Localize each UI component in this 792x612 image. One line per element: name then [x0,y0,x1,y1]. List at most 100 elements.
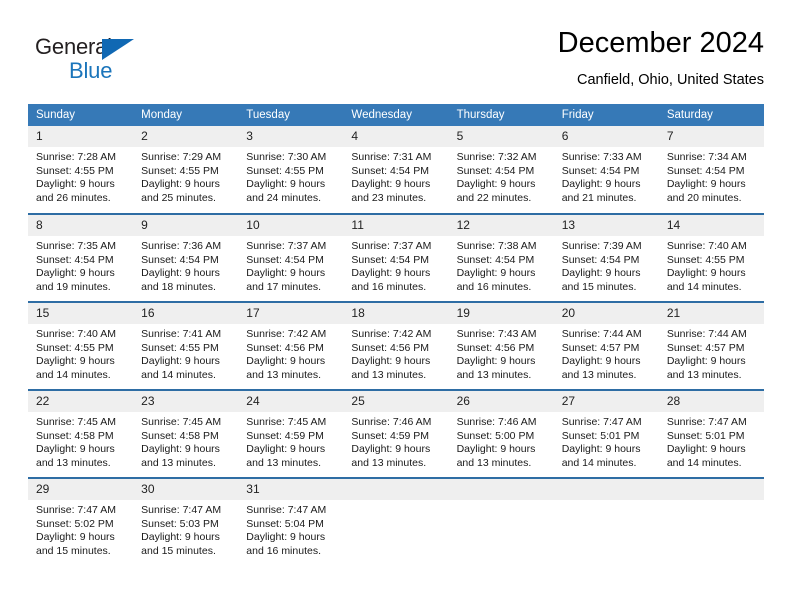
logo-triangle-icon [102,39,134,60]
daylight-text: Daylight: 9 hours and 13 minutes. [36,443,115,469]
day-cell[interactable]: 22 Sunrise: 7:45 AM Sunset: 4:58 PM Dayl… [28,389,134,478]
daylight-text: Daylight: 9 hours and 13 minutes. [141,443,220,469]
day-number: 5 [448,126,554,147]
day-details: Sunrise: 7:40 AM Sunset: 4:55 PM Dayligh… [659,236,764,294]
day-cell[interactable]: 14 Sunrise: 7:40 AM Sunset: 4:55 PM Dayl… [658,213,764,302]
daylight-text: Daylight: 9 hours and 24 minutes. [246,178,326,204]
day-number: 11 [343,215,449,236]
day-details: Sunrise: 7:40 AM Sunset: 4:55 PM Dayligh… [28,324,133,382]
sunset-text: Sunset: 5:01 PM [666,429,745,442]
daylight-text: Daylight: 9 hours and 16 minutes. [246,531,326,557]
day-cell[interactable]: 19 Sunrise: 7:43 AM Sunset: 4:56 PM Dayl… [448,301,554,390]
day-details: Sunrise: 7:41 AM Sunset: 4:55 PM Dayligh… [133,324,238,382]
weekday-header-wednesday: Wednesday [343,104,449,126]
day-cell[interactable]: 17 Sunrise: 7:42 AM Sunset: 4:56 PM Dayl… [238,301,344,390]
day-cell[interactable]: 15 Sunrise: 7:40 AM Sunset: 4:55 PM Dayl… [28,301,134,390]
sunset-text: Sunset: 4:54 PM [141,253,219,266]
weekday-header-row: Sunday Monday Tuesday Wednesday Thursday… [28,104,764,126]
sunset-text: Sunset: 4:54 PM [561,253,640,266]
sunset-text: Sunset: 5:02 PM [36,517,114,530]
sunrise-text: Sunrise: 7:40 AM [666,240,747,252]
page-subtitle: Canfield, Ohio, United States [577,72,764,88]
sunset-text: Sunset: 4:56 PM [456,341,535,354]
day-details [343,500,448,504]
day-number: 26 [448,391,554,412]
sunset-text: Sunset: 5:03 PM [141,517,219,530]
sunrise-text: Sunrise: 7:41 AM [141,328,222,340]
weekday-header-monday: Monday [133,104,239,126]
day-cell[interactable]: 8 Sunrise: 7:35 AM Sunset: 4:54 PM Dayli… [28,213,134,302]
day-number: 22 [28,391,134,412]
sunset-text: Sunset: 4:59 PM [351,429,430,442]
day-cell[interactable]: 20 Sunrise: 7:44 AM Sunset: 4:57 PM Dayl… [553,301,659,390]
day-cell-empty [553,477,659,567]
calendar-week-row: 1 Sunrise: 7:28 AM Sunset: 4:55 PM Dayli… [28,126,764,214]
weekday-header-saturday: Saturday [658,104,764,126]
day-cell[interactable]: 6 Sunrise: 7:33 AM Sunset: 4:54 PM Dayli… [553,126,659,214]
day-cell[interactable]: 7 Sunrise: 7:34 AM Sunset: 4:54 PM Dayli… [658,126,764,214]
day-details: Sunrise: 7:44 AM Sunset: 4:57 PM Dayligh… [659,324,764,382]
day-cell[interactable]: 2 Sunrise: 7:29 AM Sunset: 4:55 PM Dayli… [133,126,239,214]
day-cell-empty [343,477,449,567]
day-number: 30 [133,479,239,500]
day-cell[interactable]: 9 Sunrise: 7:36 AM Sunset: 4:54 PM Dayli… [133,213,239,302]
daylight-text: Daylight: 9 hours and 13 minutes. [456,355,536,381]
day-cell[interactable]: 27 Sunrise: 7:47 AM Sunset: 5:01 PM Dayl… [553,389,659,478]
day-cell[interactable]: 21 Sunrise: 7:44 AM Sunset: 4:57 PM Dayl… [658,301,764,390]
day-cell[interactable]: 28 Sunrise: 7:47 AM Sunset: 5:01 PM Dayl… [658,389,764,478]
day-cell[interactable]: 12 Sunrise: 7:38 AM Sunset: 4:54 PM Dayl… [448,213,554,302]
sunrise-text: Sunrise: 7:43 AM [456,328,537,340]
day-cell[interactable]: 25 Sunrise: 7:46 AM Sunset: 4:59 PM Dayl… [343,389,449,478]
day-number: 15 [28,303,134,324]
day-cell[interactable]: 24 Sunrise: 7:45 AM Sunset: 4:59 PM Dayl… [238,389,344,478]
day-cell[interactable]: 5 Sunrise: 7:32 AM Sunset: 4:54 PM Dayli… [448,126,554,214]
sunrise-text: Sunrise: 7:46 AM [456,416,537,428]
daylight-text: Daylight: 9 hours and 15 minutes. [141,531,220,557]
day-cell[interactable]: 23 Sunrise: 7:45 AM Sunset: 4:58 PM Dayl… [133,389,239,478]
sunset-text: Sunset: 4:57 PM [666,341,745,354]
daylight-text: Daylight: 9 hours and 14 minutes. [666,443,746,469]
day-cell-empty [658,477,764,567]
day-cell[interactable]: 3 Sunrise: 7:30 AM Sunset: 4:55 PM Dayli… [238,126,344,214]
sunrise-text: Sunrise: 7:47 AM [561,416,642,428]
daylight-text: Daylight: 9 hours and 18 minutes. [141,267,220,293]
sunrise-text: Sunrise: 7:37 AM [246,240,327,252]
sunset-text: Sunset: 4:54 PM [456,253,535,266]
day-number: 28 [658,391,764,412]
sunrise-text: Sunrise: 7:34 AM [666,151,747,163]
daylight-text: Daylight: 9 hours and 13 minutes. [351,443,431,469]
day-cell[interactable]: 10 Sunrise: 7:37 AM Sunset: 4:54 PM Dayl… [238,213,344,302]
day-cell[interactable]: 1 Sunrise: 7:28 AM Sunset: 4:55 PM Dayli… [28,126,134,214]
sunset-text: Sunset: 4:55 PM [246,164,324,177]
day-number: 21 [658,303,764,324]
sunrise-text: Sunrise: 7:47 AM [246,504,327,516]
sunrise-text: Sunrise: 7:42 AM [246,328,327,340]
day-number: 1 [28,126,134,147]
day-cell[interactable]: 30 Sunrise: 7:47 AM Sunset: 5:03 PM Dayl… [133,477,239,567]
day-cell[interactable]: 29 Sunrise: 7:47 AM Sunset: 5:02 PM Dayl… [28,477,134,567]
day-details: Sunrise: 7:35 AM Sunset: 4:54 PM Dayligh… [28,236,133,294]
day-cell[interactable]: 13 Sunrise: 7:39 AM Sunset: 4:54 PM Dayl… [553,213,659,302]
daylight-text: Daylight: 9 hours and 14 minutes. [666,267,746,293]
day-number: 6 [553,126,659,147]
day-cell[interactable]: 18 Sunrise: 7:42 AM Sunset: 4:56 PM Dayl… [343,301,449,390]
sunrise-text: Sunrise: 7:47 AM [141,504,222,516]
day-cell[interactable]: 11 Sunrise: 7:37 AM Sunset: 4:54 PM Dayl… [343,213,449,302]
sunset-text: Sunset: 4:55 PM [666,253,745,266]
day-cell[interactable]: 16 Sunrise: 7:41 AM Sunset: 4:55 PM Dayl… [133,301,239,390]
day-details: Sunrise: 7:36 AM Sunset: 4:54 PM Dayligh… [133,236,238,294]
day-cell[interactable]: 4 Sunrise: 7:31 AM Sunset: 4:54 PM Dayli… [343,126,449,214]
day-number: 13 [553,215,659,236]
day-cell[interactable]: 31 Sunrise: 7:47 AM Sunset: 5:04 PM Dayl… [238,477,344,567]
sunrise-text: Sunrise: 7:35 AM [36,240,116,252]
logo-text-blue: Blue [69,58,113,83]
day-details: Sunrise: 7:45 AM Sunset: 4:58 PM Dayligh… [28,412,133,470]
day-number: 23 [133,391,239,412]
day-cell[interactable]: 26 Sunrise: 7:46 AM Sunset: 5:00 PM Dayl… [448,389,554,478]
day-number: 16 [133,303,239,324]
day-number: 27 [553,391,659,412]
title-block: December 2024 Canfield, Ohio, United Sta… [304,26,764,90]
sunrise-text: Sunrise: 7:47 AM [666,416,747,428]
day-number: 2 [133,126,239,147]
day-details: Sunrise: 7:28 AM Sunset: 4:55 PM Dayligh… [28,147,133,205]
